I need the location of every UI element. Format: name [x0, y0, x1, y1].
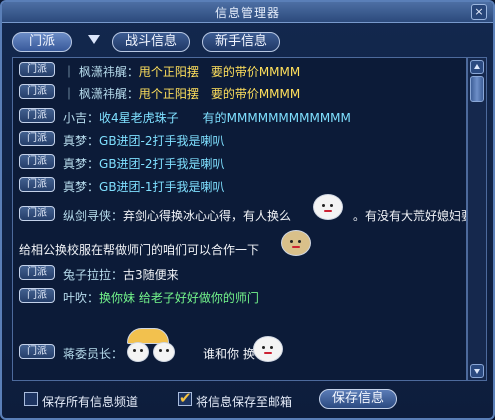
sender-name[interactable]: 叶吹：	[63, 291, 99, 305]
message-manager-window: 信息管理器 × 门派 战斗信息 新手信息 门派 ｜ 枫潇祎艉：甩个正阳摆 要的带…	[0, 0, 495, 420]
emote-icon	[313, 194, 343, 220]
close-icon[interactable]: ×	[471, 4, 487, 20]
message-text: 甩个正阳摆 要的带价MMMM	[138, 65, 301, 79]
channel-badge[interactable]: 门派	[19, 288, 55, 303]
emote-icon	[253, 336, 283, 362]
message-text: 弃剑心得换冰心心得，有人换么	[123, 209, 292, 223]
sender-name[interactable]: ｜ 枫潇祎艉：	[63, 65, 139, 79]
scroll-up-icon[interactable]	[470, 60, 484, 74]
message-text: GB进团-2打手我是喇叭	[99, 157, 225, 171]
tab-channel[interactable]: 门派	[12, 32, 72, 52]
sender-name[interactable]: 蒋委员长：	[63, 347, 123, 361]
title-bar[interactable]: 信息管理器 ×	[2, 2, 493, 23]
dropdown-arrow-icon[interactable]	[88, 35, 100, 44]
save-to-mail-label[interactable]: 将信息保存至邮箱	[196, 393, 292, 410]
channel-badge[interactable]: 门派	[19, 177, 55, 192]
chat-message: 小吉：收4星老虎珠子 有的MMMMMMMMMMMM	[63, 109, 351, 126]
emote-icon	[153, 342, 175, 362]
chat-message: ｜ 枫潇祎艉：甩个正阳摆 要的带价MMMM	[63, 85, 300, 102]
message-text: 甩个正阳摆 要的带价MMMM	[138, 87, 301, 101]
sender-name[interactable]: 小吉：	[63, 111, 99, 125]
chat-message: 兔子拉拉：古3随便来	[63, 266, 179, 283]
sender-name[interactable]: 真梦：	[63, 157, 99, 171]
message-text: 收4星老虎珠子 有的MMMMMMMMMMMM	[99, 111, 351, 125]
channel-badge[interactable]: 门派	[19, 84, 55, 99]
sender-name[interactable]: 兔子拉拉：	[63, 268, 123, 282]
message-text: GB进团-1打手我是喇叭	[99, 180, 225, 194]
chat-row: 门派 ｜ 枫潇祎艉：甩个正阳摆 要的带价MMMM	[13, 82, 466, 102]
chat-row: 门派 真梦：GB进团-1打手我是喇叭	[13, 175, 466, 195]
chat-message: 蒋委员长：	[63, 345, 123, 362]
channel-badge[interactable]: 门派	[19, 62, 55, 77]
channel-badge[interactable]: 门派	[19, 206, 55, 221]
message-text: 谁和你 换	[203, 347, 255, 361]
message-text: 古3随便来	[123, 268, 179, 282]
channel-badge[interactable]: 门派	[19, 265, 55, 280]
chat-row: 门派 真梦：GB进团-2打手我是喇叭	[13, 152, 466, 172]
chat-row: 门派 叶吹：换你妹 给老子好好做你的师门	[13, 286, 466, 306]
message-text: GB进团-2打手我是喇叭	[99, 134, 225, 148]
emote-icon	[127, 342, 149, 362]
window-title: 信息管理器	[214, 6, 280, 20]
channel-badge[interactable]: 门派	[19, 344, 55, 359]
save-to-mail-checkbox[interactable]	[178, 389, 192, 407]
tab-newbie-info[interactable]: 新手信息	[202, 32, 280, 52]
chat-row: 门派 ｜ 枫潇祎艉：甩个正阳摆 要的带价MMMM	[13, 60, 466, 80]
save-all-channels-checkbox[interactable]	[24, 392, 38, 406]
message-text-tail: 。有没有大荒好媳妇要	[353, 209, 467, 223]
channel-tab-bar: 门派 战斗信息 新手信息	[12, 29, 482, 55]
scroll-thumb[interactable]	[470, 76, 484, 102]
sender-name[interactable]: 纵剑寻侠：	[63, 209, 123, 223]
chat-message: 给相公换校服在帮做师门的咱们可以合作一下	[19, 241, 259, 258]
chat-message: ｜ 枫潇祎艉：甩个正阳摆 要的带价MMMM	[63, 63, 300, 80]
chat-scrollbar[interactable]	[467, 57, 487, 381]
chat-row: 给相公换校服在帮做师门的咱们可以合作一下	[13, 230, 466, 258]
sender-name[interactable]: 真梦：	[63, 134, 99, 148]
chat-row: 门派 真梦：GB进团-2打手我是喇叭	[13, 129, 466, 149]
sender-name[interactable]: 真梦：	[63, 180, 99, 194]
tab-battle-info[interactable]: 战斗信息	[112, 32, 190, 52]
message-text: 给相公换校服在帮做师门的咱们可以合作一下	[19, 243, 260, 257]
message-text: 换你妹 给老子好好做你的师门	[99, 291, 259, 305]
scroll-down-icon[interactable]	[470, 364, 484, 378]
save-all-channels-label[interactable]: 保存所有信息频道	[42, 393, 138, 410]
chat-row: 门派 蒋委员长： 谁和你 换	[13, 328, 466, 362]
save-info-button[interactable]: 保存信息	[319, 389, 397, 409]
chat-message: 纵剑寻侠：弃剑心得换冰心心得，有人换么	[63, 207, 291, 224]
channel-badge[interactable]: 门派	[19, 131, 55, 146]
footer-bar: 保存所有信息频道 将信息保存至邮箱 保存信息	[2, 385, 493, 415]
chat-message: 真梦：GB进团-2打手我是喇叭	[63, 155, 225, 172]
sender-name[interactable]: ｜ 枫潇祎艉：	[63, 87, 139, 101]
channel-badge[interactable]: 门派	[19, 108, 55, 123]
channel-badge[interactable]: 门派	[19, 154, 55, 169]
chat-message: 叶吹：换你妹 给老子好好做你的师门	[63, 289, 259, 306]
chat-row: 门派 小吉：收4星老虎珠子 有的MMMMMMMMMMMM	[13, 106, 466, 126]
chat-row: 门派 纵剑寻侠：弃剑心得换冰心心得，有人换么 。有没有大荒好媳妇要	[13, 194, 467, 224]
chat-row: 门派 兔子拉拉：古3随便来	[13, 263, 466, 283]
chat-message: 真梦：GB进团-1打手我是喇叭	[63, 178, 225, 195]
chat-message: 真梦：GB进团-2打手我是喇叭	[63, 132, 225, 149]
emote-icon	[281, 230, 311, 256]
chat-log[interactable]: 门派 ｜ 枫潇祎艉：甩个正阳摆 要的带价MMMM 门派 ｜ 枫潇祎艉：甩个正阳摆…	[12, 57, 467, 381]
